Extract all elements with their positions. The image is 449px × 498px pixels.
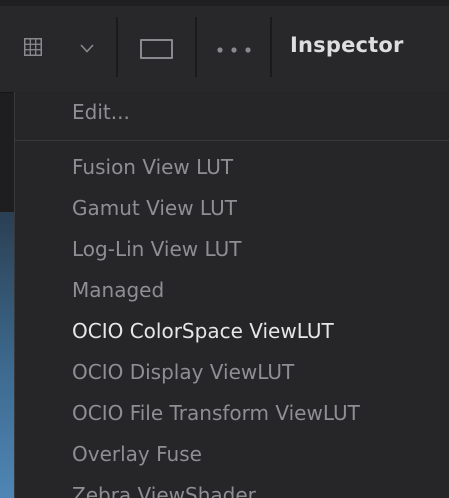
menu-item-overlay-fuse[interactable]: Overlay Fuse bbox=[15, 434, 449, 474]
menu-item-managed[interactable]: Managed bbox=[15, 270, 449, 310]
more-options-icon[interactable] bbox=[215, 47, 255, 53]
chevron-down-icon[interactable] bbox=[80, 44, 94, 53]
grid-icon[interactable] bbox=[24, 38, 42, 56]
viewer-toolbar: Inspector bbox=[0, 0, 449, 93]
menu-item-edit[interactable]: Edit... bbox=[15, 92, 449, 132]
menu-item-gamut-view-lut[interactable]: Gamut View LUT bbox=[15, 188, 449, 228]
menu-item-ocio-display-viewlut[interactable]: OCIO Display ViewLUT bbox=[15, 352, 449, 392]
toolbar-separator bbox=[195, 17, 197, 77]
toolbar-separator bbox=[116, 17, 118, 77]
single-view-icon[interactable] bbox=[140, 39, 173, 59]
menu-item-zebra-viewshader[interactable]: Zebra ViewShader bbox=[15, 475, 449, 498]
menu-item-fusion-view-lut[interactable]: Fusion View LUT bbox=[15, 147, 449, 187]
menu-item-log-lin-view-lut[interactable]: Log-Lin View LUT bbox=[15, 229, 449, 269]
viewer-image-edge bbox=[0, 212, 14, 498]
menu-item-ocio-colorspace-viewlut[interactable]: OCIO ColorSpace ViewLUT bbox=[15, 311, 449, 351]
inspector-title[interactable]: Inspector bbox=[290, 33, 404, 57]
toolbar-top-border bbox=[0, 0, 449, 6]
lut-dropdown-menu: Edit... Fusion View LUT Gamut View LUT L… bbox=[14, 92, 449, 498]
viewer-panel: Inspector Edit... Fusion View LUT Gamut … bbox=[0, 0, 449, 498]
menu-item-ocio-file-transform-viewlut[interactable]: OCIO File Transform ViewLUT bbox=[15, 393, 449, 433]
toolbar-separator bbox=[270, 17, 272, 77]
menu-divider bbox=[15, 140, 449, 141]
